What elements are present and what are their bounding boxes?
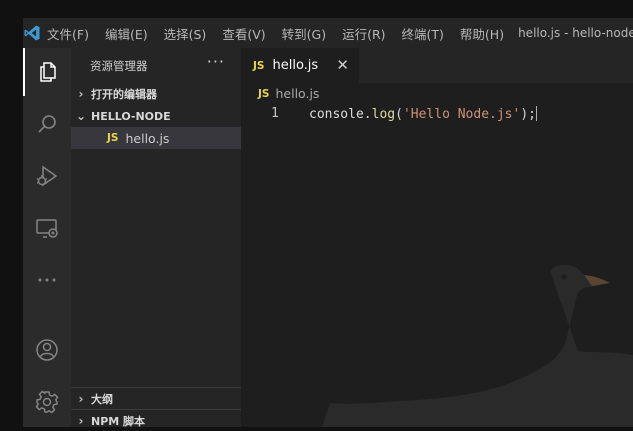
js-file-icon: JS [253,59,265,72]
sidebar-title: 资源管理器 [90,59,148,73]
code-token-close: ); [520,107,536,122]
chevron-right-icon: › [78,87,84,101]
code-token-dot: . [363,107,372,122]
section-open-editors-label: 打开的编辑器 [91,88,157,101]
code-line[interactable]: 1 console.log('Hello Node.js'); [241,104,633,124]
account-icon[interactable] [23,326,71,374]
menu-help[interactable]: 帮助(H) [460,24,504,43]
code-token-method: log [371,107,396,122]
menu-run[interactable]: 运行(R) [342,24,385,43]
file-tree-item-label: hello.js [125,130,170,146]
tab-hello-js[interactable]: JS hello.js ✕ [241,48,359,83]
menu-view[interactable]: 查看(V) [222,24,265,43]
more-icon[interactable] [23,256,71,304]
activity-bar [23,48,71,427]
section-outline-label: 大纲 [91,392,113,406]
close-icon[interactable]: ✕ [336,56,349,74]
menu-selection[interactable]: 选择(S) [164,24,207,43]
chevron-down-icon: ⌄ [75,109,87,123]
remote-explorer-icon[interactable] [23,204,71,252]
js-file-icon: JS [107,132,119,144]
section-open-editors[interactable]: › 打开的编辑器 [71,83,241,105]
title-bar: 文件(F) 编辑(E) 选择(S) 查看(V) 转到(G) 运行(R) 终端(T… [23,18,633,48]
goose-watermark-image [320,255,633,430]
section-folder-label: HELLO-NODE [91,109,171,123]
section-folder[interactable]: ⌄ HELLO-NODE [71,105,241,127]
code-token-string: 'Hello Node.js' [402,107,521,122]
window-title: hello.js - hello-node [518,26,633,40]
explorer-icon[interactable] [23,48,71,96]
run-debug-icon[interactable] [23,152,71,200]
chevron-right-icon: › [78,391,84,406]
settings-gear-icon[interactable] [23,378,71,426]
section-npm-scripts-label: NPM 脚本 [91,414,146,428]
breadcrumb-file[interactable]: hello.js [275,86,319,101]
editor-tab-bar: JS hello.js ✕ [241,48,633,83]
text-cursor [536,106,537,121]
section-npm-scripts[interactable]: › NPM 脚本 [71,409,241,431]
menu-go[interactable]: 转到(G) [282,24,326,43]
code-token-object: console [309,107,364,122]
chevron-right-icon: › [78,413,84,428]
search-icon[interactable] [23,100,71,148]
vscode-logo-icon [23,18,41,48]
breadcrumb[interactable]: JS hello.js [258,86,319,101]
menu-edit[interactable]: 编辑(E) [105,24,148,43]
menu-terminal[interactable]: 终端(T) [402,24,444,43]
js-file-icon: JS [258,87,270,100]
code-text[interactable]: console.log('Hello Node.js'); [309,106,537,122]
code-token-open-paren: ( [395,107,403,122]
tab-title: hello.js [272,58,319,73]
section-outline[interactable]: › 大纲 [71,387,241,409]
more-actions-icon[interactable]: ··· [207,52,225,71]
line-number: 1 [271,106,279,121]
menu-file[interactable]: 文件(F) [47,24,89,43]
file-tree-item[interactable]: JS hello.js [71,127,241,149]
explorer-sidebar: 资源管理器 ··· › 打开的编辑器 ⌄ HELLO-NODE JS hello… [71,48,241,428]
